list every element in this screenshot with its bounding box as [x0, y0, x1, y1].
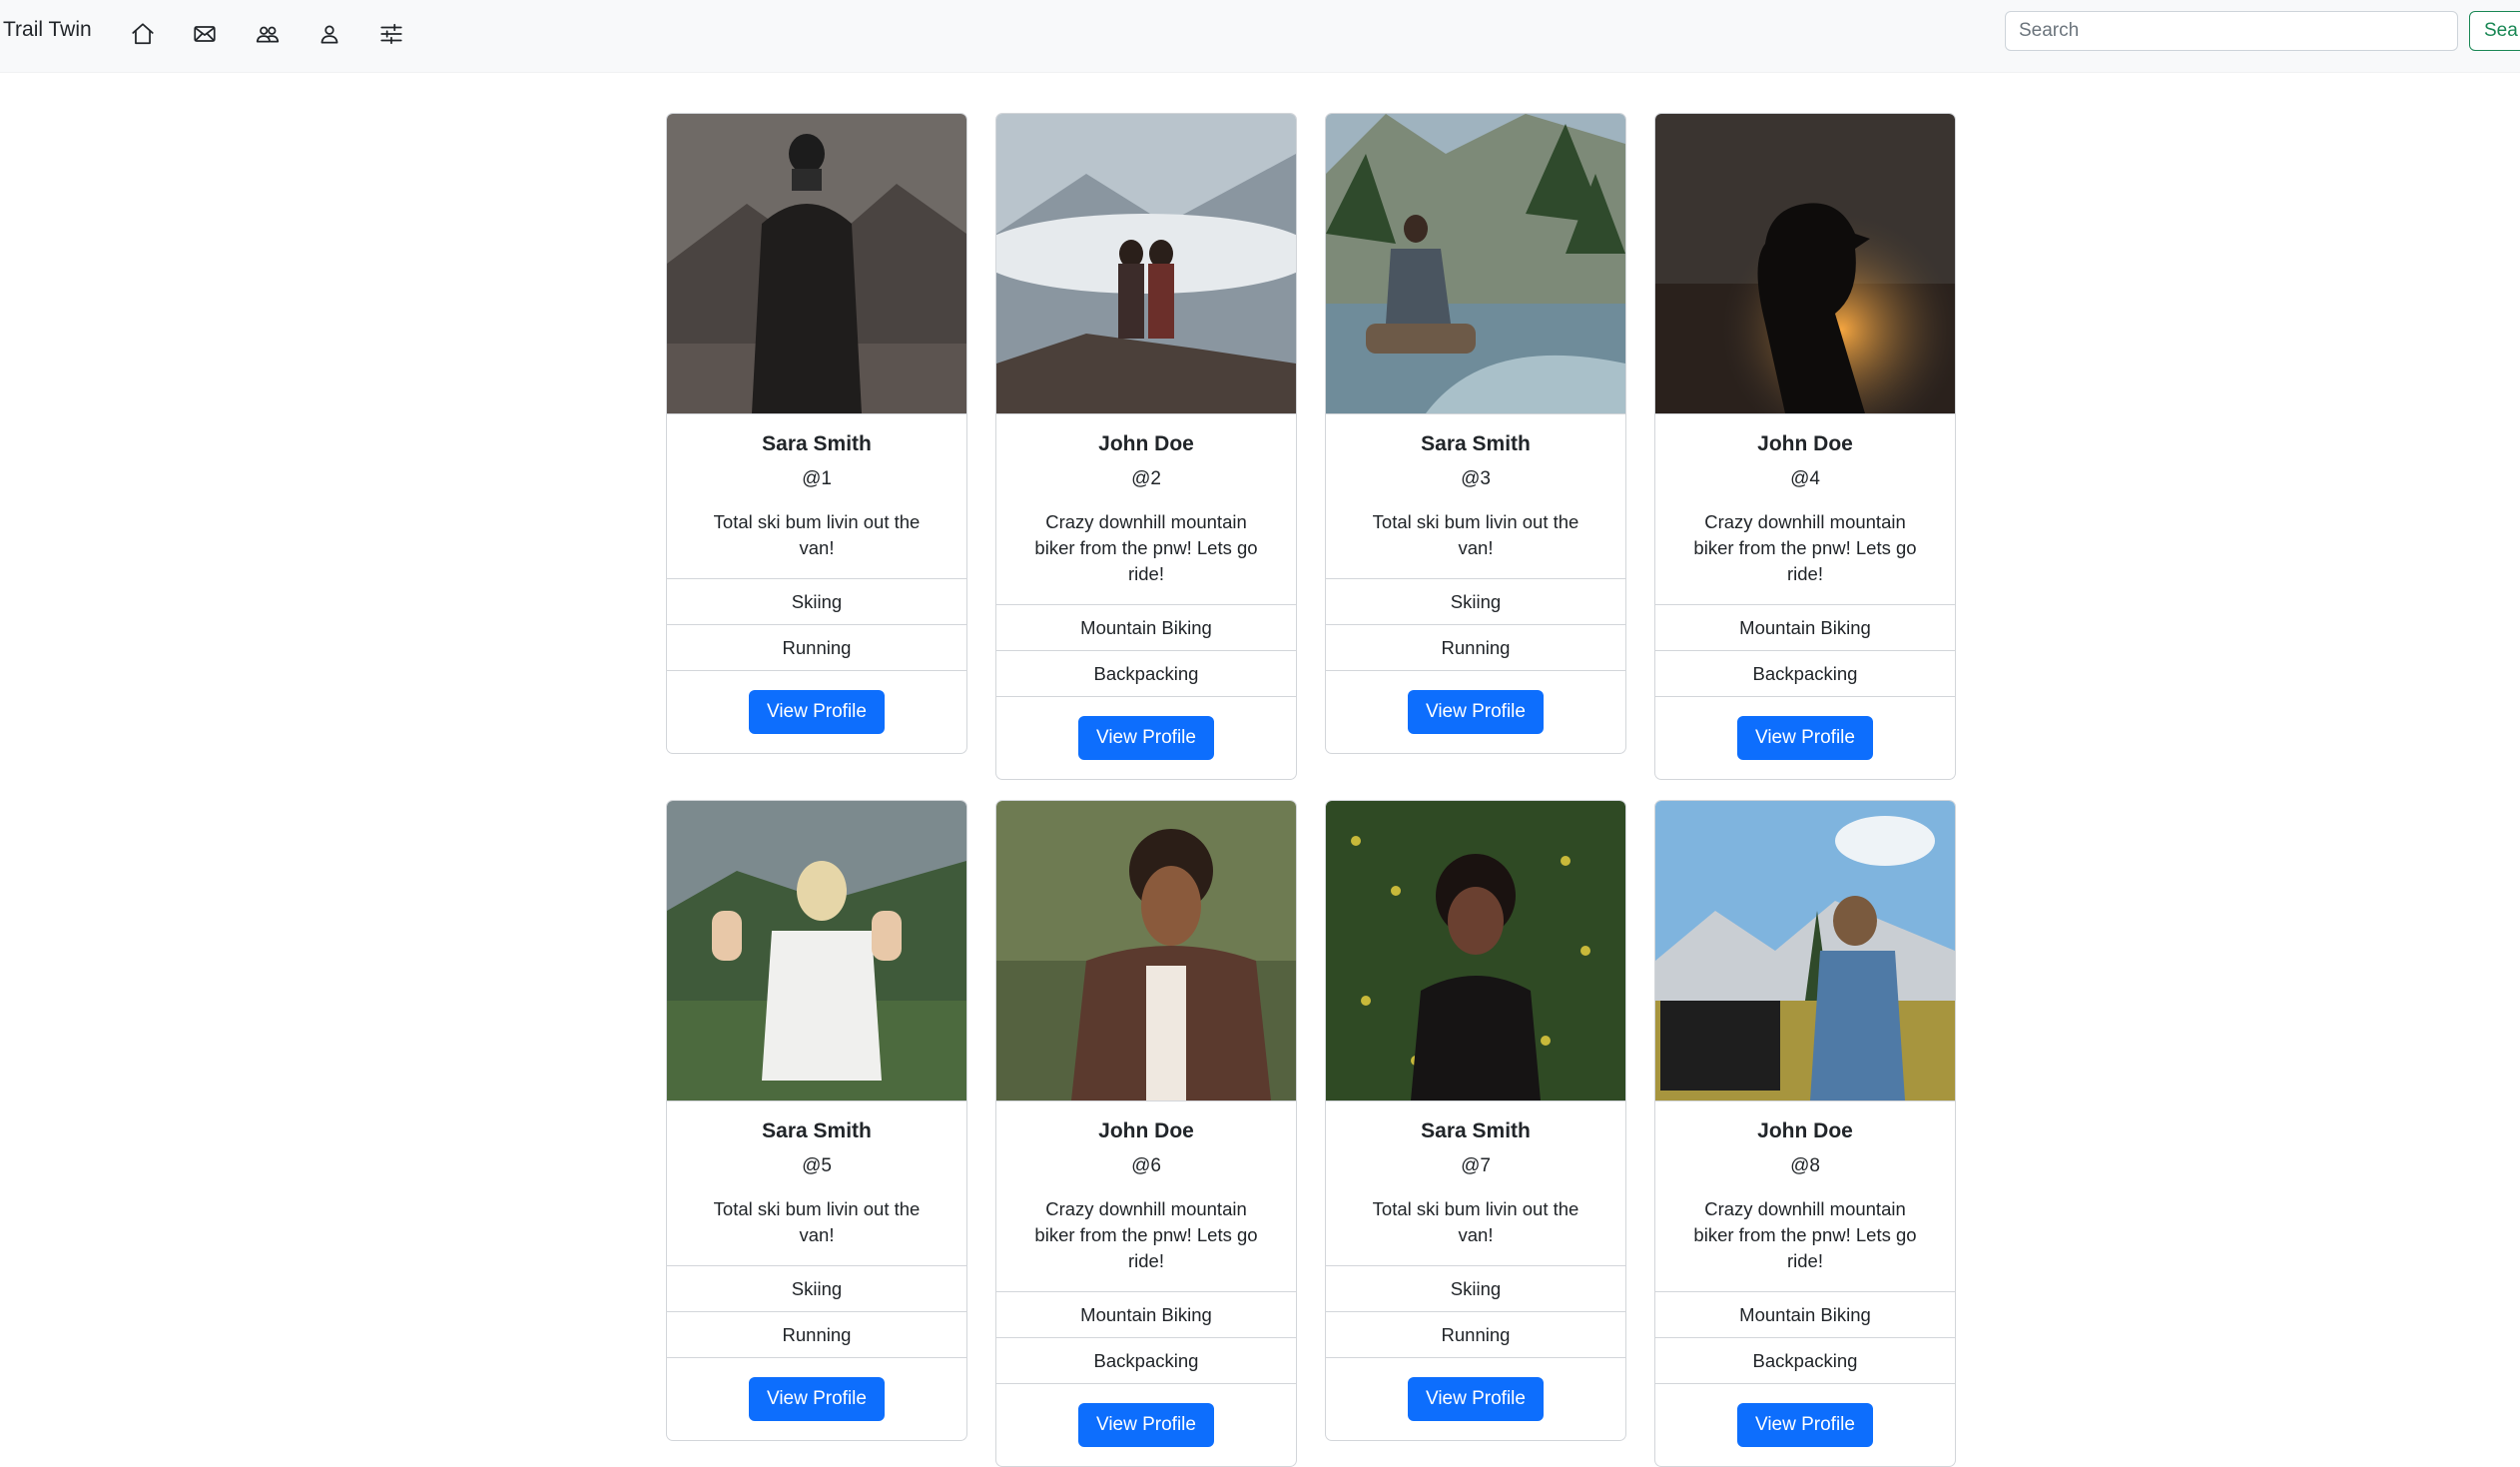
profile-photo — [1326, 801, 1625, 1101]
profile-name: John Doe — [1757, 432, 1853, 455]
activity-list: Mountain Biking Backpacking — [996, 604, 1296, 696]
activity-item: Backpacking — [996, 650, 1296, 696]
activity-item: Mountain Biking — [1655, 604, 1955, 650]
profile-card: Sara Smith @3 Total ski bum livin out th… — [1325, 113, 1626, 754]
profile-card: John Doe @2 Crazy downhill mountain bike… — [995, 113, 1297, 780]
card-footer: View Profile — [996, 696, 1296, 779]
envelope-icon[interactable] — [187, 16, 223, 52]
activity-item: Running — [1326, 624, 1625, 670]
activity-item: Skiing — [667, 578, 966, 624]
activity-list: Skiing Running — [667, 1265, 966, 1357]
activity-list: Mountain Biking Backpacking — [1655, 604, 1955, 696]
navbar: Trail Twin Sea — [0, 0, 2520, 73]
profile-name: Sara Smith — [1421, 432, 1531, 455]
profile-handle: @6 — [1131, 1155, 1161, 1176]
profile-name: John Doe — [1098, 1119, 1194, 1142]
profile-handle: @7 — [1461, 1155, 1491, 1176]
view-profile-button[interactable]: View Profile — [1408, 1377, 1544, 1421]
activity-item: Running — [667, 624, 966, 670]
activity-item: Skiing — [1326, 578, 1625, 624]
activity-list: Skiing Running — [1326, 578, 1625, 670]
person-icon[interactable] — [312, 16, 347, 52]
search-button[interactable]: Sea — [2469, 11, 2520, 51]
card-footer: View Profile — [1655, 1383, 1955, 1466]
profile-name: John Doe — [1098, 432, 1194, 455]
card-footer: View Profile — [1655, 696, 1955, 779]
activity-item: Skiing — [667, 1265, 966, 1311]
view-profile-button[interactable]: View Profile — [749, 1377, 885, 1421]
activity-item: Backpacking — [996, 1337, 1296, 1383]
profile-bio: Crazy downhill mountain biker from the p… — [1034, 1198, 1258, 1271]
activity-item: Backpacking — [1655, 650, 1955, 696]
profile-handle: @2 — [1131, 468, 1161, 489]
profile-photo — [996, 801, 1296, 1101]
profile-name: Sara Smith — [762, 432, 872, 455]
home-icon[interactable] — [125, 16, 161, 52]
activity-list: Mountain Biking Backpacking — [996, 1291, 1296, 1383]
profile-photo — [667, 801, 966, 1101]
profile-bio: Total ski bum livin out the van! — [1372, 511, 1579, 558]
profile-card: John Doe @8 Crazy downhill mountain bike… — [1654, 800, 1956, 1467]
profile-bio: Total ski bum livin out the van! — [713, 1198, 921, 1245]
activity-item: Running — [1326, 1311, 1625, 1357]
view-profile-button[interactable]: View Profile — [1737, 1403, 1873, 1447]
profile-photo — [1655, 801, 1955, 1101]
view-profile-button[interactable]: View Profile — [749, 690, 885, 734]
profile-bio: Crazy downhill mountain biker from the p… — [1693, 511, 1917, 584]
profile-bio: Crazy downhill mountain biker from the p… — [1034, 511, 1258, 584]
card-footer: View Profile — [667, 1357, 966, 1440]
activity-item: Backpacking — [1655, 1337, 1955, 1383]
activity-list: Mountain Biking Backpacking — [1655, 1291, 1955, 1383]
profile-card: Sara Smith @1 Total ski bum livin out th… — [666, 113, 967, 754]
profile-handle: @5 — [802, 1155, 832, 1176]
view-profile-button[interactable]: View Profile — [1737, 716, 1873, 760]
sliders-icon[interactable] — [373, 16, 409, 52]
profile-photo — [1655, 114, 1955, 414]
profile-card: Sara Smith @7 Total ski bum livin out th… — [1325, 800, 1626, 1441]
activity-item: Skiing — [1326, 1265, 1625, 1311]
profile-grid: Sara Smith @1 Total ski bum livin out th… — [666, 113, 1958, 1467]
view-profile-button[interactable]: View Profile — [1408, 690, 1544, 734]
activity-item: Mountain Biking — [996, 604, 1296, 650]
activity-list: Skiing Running — [667, 578, 966, 670]
profile-card: Sara Smith @5 Total ski bum livin out th… — [666, 800, 967, 1441]
card-footer: View Profile — [667, 670, 966, 753]
profile-name: Sara Smith — [762, 1119, 872, 1142]
search-input[interactable] — [2005, 11, 2458, 51]
profile-photo — [1326, 114, 1625, 414]
card-footer: View Profile — [1326, 1357, 1625, 1440]
card-footer: View Profile — [1326, 670, 1625, 753]
card-footer: View Profile — [996, 1383, 1296, 1466]
profile-handle: @4 — [1790, 468, 1820, 489]
profile-card: John Doe @6 Crazy downhill mountain bike… — [995, 800, 1297, 1467]
profile-photo — [667, 114, 966, 414]
people-icon[interactable] — [250, 16, 286, 52]
profile-photo — [996, 114, 1296, 414]
profile-bio: Total ski bum livin out the van! — [1372, 1198, 1579, 1245]
profile-handle: @8 — [1790, 1155, 1820, 1176]
view-profile-button[interactable]: View Profile — [1078, 716, 1214, 760]
activity-item: Mountain Biking — [996, 1291, 1296, 1337]
activity-list: Skiing Running — [1326, 1265, 1625, 1357]
profile-handle: @1 — [802, 468, 832, 489]
view-profile-button[interactable]: View Profile — [1078, 1403, 1214, 1447]
profile-card: John Doe @4 Crazy downhill mountain bike… — [1654, 113, 1956, 780]
profile-bio: Crazy downhill mountain biker from the p… — [1693, 1198, 1917, 1271]
activity-item: Running — [667, 1311, 966, 1357]
brand-logo-text[interactable]: Trail Twin — [3, 18, 92, 42]
profile-name: Sara Smith — [1421, 1119, 1531, 1142]
profile-name: John Doe — [1757, 1119, 1853, 1142]
activity-item: Mountain Biking — [1655, 1291, 1955, 1337]
profile-handle: @3 — [1461, 468, 1491, 489]
profile-bio: Total ski bum livin out the van! — [713, 511, 921, 558]
